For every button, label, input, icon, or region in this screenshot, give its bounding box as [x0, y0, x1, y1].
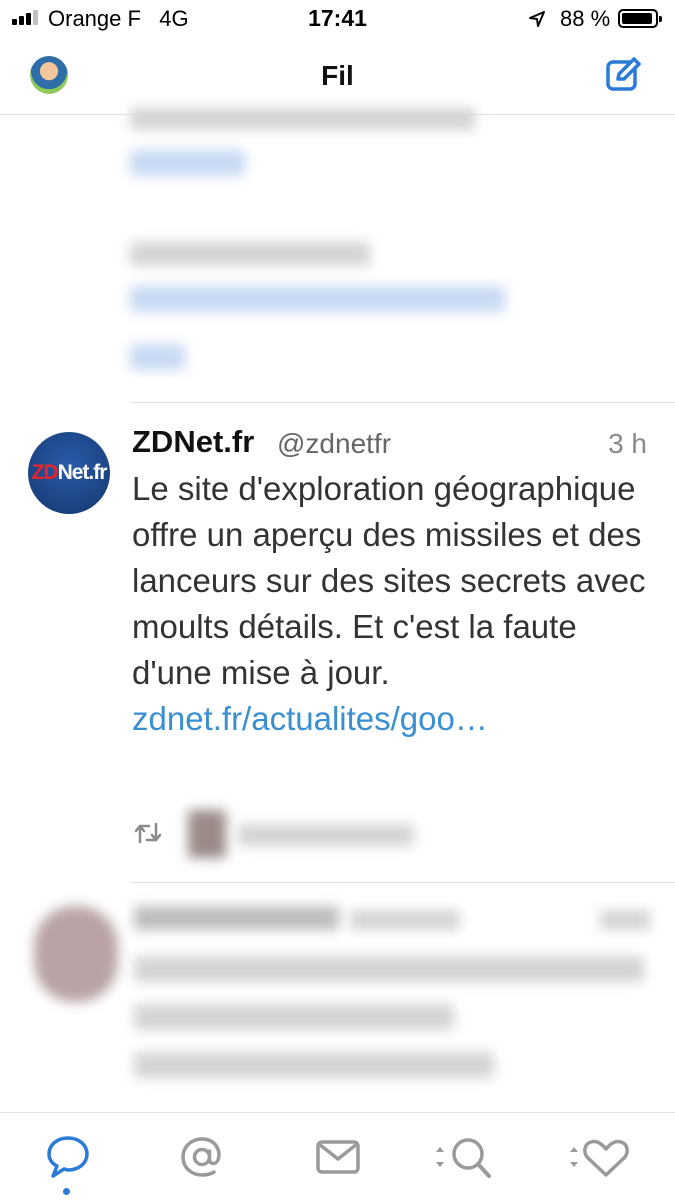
tweet-timestamp: 3 h — [608, 428, 647, 459]
retweet-icon — [134, 822, 162, 844]
tweet-author-handle: @zdnetfr — [277, 428, 392, 459]
tweet-avatar[interactable]: ZDNet.fr — [28, 432, 110, 514]
compose-icon[interactable] — [604, 54, 644, 94]
tweet-link[interactable]: zdnet.fr/actualites/goo… — [132, 700, 488, 737]
page-title: Fil — [321, 60, 354, 91]
tweet-text: Le site d'exploration géographique offre… — [132, 470, 646, 737]
divider — [130, 882, 675, 883]
mentions-icon[interactable] — [178, 1133, 226, 1181]
battery-icon — [618, 9, 662, 28]
active-tab-indicator — [63, 1188, 70, 1195]
divider — [130, 402, 675, 403]
battery-percentage: 88 % — [560, 6, 611, 31]
search-icon[interactable] — [432, 1133, 496, 1181]
timeline-icon[interactable] — [44, 1133, 92, 1181]
tweet-author-name[interactable]: ZDNet.fr — [132, 424, 254, 460]
status-bar: Orange F 4G 17:41 88 % — [0, 0, 675, 40]
favorites-icon[interactable] — [566, 1133, 630, 1181]
messages-icon[interactable] — [314, 1133, 362, 1181]
location-arrow-icon — [529, 11, 545, 27]
tab-bar — [0, 1112, 675, 1201]
navigation-bar: Fil — [0, 40, 675, 115]
